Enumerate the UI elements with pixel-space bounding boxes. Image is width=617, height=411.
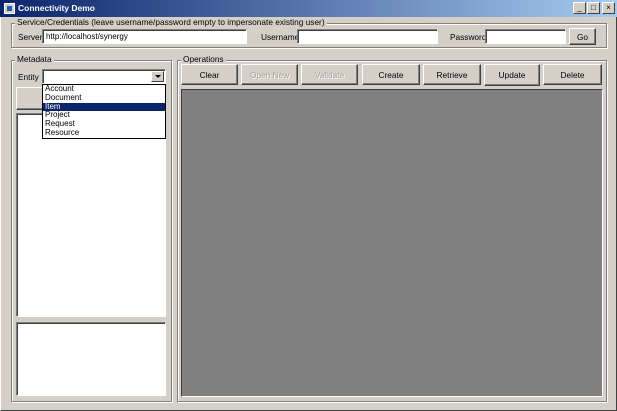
app-window-icon[interactable] [4,3,15,14]
open-new-button-label: Open New [249,69,290,80]
minimize-button[interactable]: _ [573,2,586,14]
entity-label: Entity [18,72,39,82]
go-button-label: Go [576,31,589,42]
server-input[interactable]: http://localhost/synergy [42,29,247,44]
create-button[interactable]: Create [362,64,420,85]
metadata-tree[interactable] [16,113,166,317]
retrieve-button[interactable]: Retrieve [423,64,481,85]
title-bar[interactable]: Connectivity Demo _ □ × [0,0,617,17]
delete-button-label: Delete [560,69,585,80]
clear-button[interactable]: Clear [181,64,238,85]
create-button-label: Create [378,69,404,80]
username-label: Username [261,32,300,42]
update-button-label: Update [498,70,526,80]
metadata-details[interactable] [16,322,166,396]
service-credentials-title: Service/Credentials (leave username/pass… [15,17,327,28]
entity-option-document[interactable]: Document [43,93,165,103]
entity-option-resource[interactable]: Resource [43,128,165,138]
password-input[interactable] [485,29,566,44]
validate-button-label: Validate [314,69,345,80]
close-button[interactable]: × [602,2,615,14]
metadata-title: Metadata [15,54,54,65]
update-button[interactable]: Update [484,64,540,86]
window-title: Connectivity Demo [18,3,95,13]
entity-combobox[interactable] [42,69,166,84]
operations-output-panel[interactable] [181,89,603,397]
username-input[interactable] [297,29,438,44]
password-label: Password [450,32,487,42]
chevron-down-icon[interactable] [151,71,164,82]
validate-button[interactable]: Validate [301,64,358,85]
retrieve-button-label: Retrieve [436,69,468,80]
open-new-button[interactable]: Open New [241,64,298,85]
clear-button-label: Clear [199,69,220,80]
delete-button[interactable]: Delete [543,64,602,85]
entity-dropdown-list[interactable]: Account Document Item Project Request Re… [42,84,166,139]
maximize-button[interactable]: □ [587,2,600,14]
server-label: Server [18,32,43,42]
go-button[interactable]: Go [569,28,596,45]
